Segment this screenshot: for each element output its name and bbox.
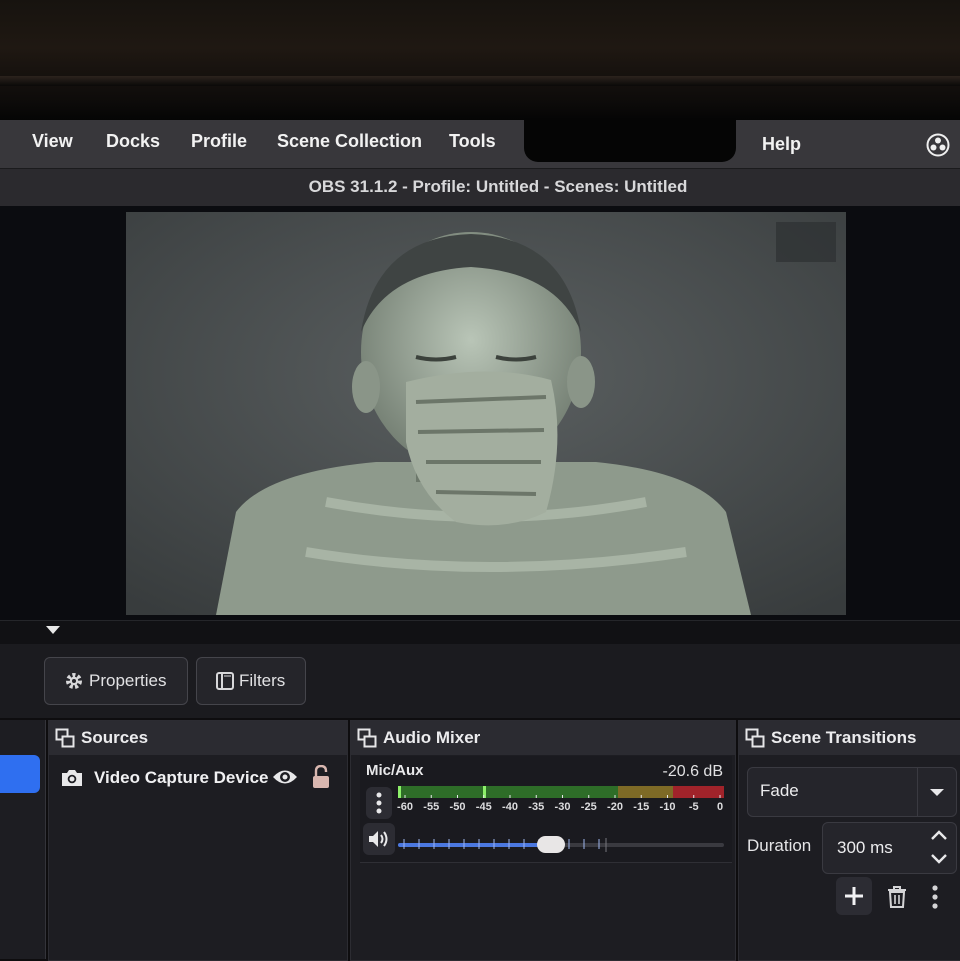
transition-value: Fade xyxy=(760,781,799,800)
channel-menu-button[interactable] xyxy=(366,787,392,819)
menu-profile[interactable]: Profile xyxy=(191,131,247,152)
video-preview[interactable] xyxy=(126,212,846,615)
add-transition-button[interactable] xyxy=(836,877,872,915)
preview-divider xyxy=(0,620,960,645)
meter-tick-label: -60 xyxy=(397,801,413,813)
source-item[interactable]: Video Capture Device xyxy=(60,762,268,794)
meter-red-zone xyxy=(673,786,724,798)
scene-transitions-header: Scene Transitions xyxy=(739,721,960,755)
filters-label: Filters xyxy=(239,671,286,690)
audio-mixer-header: Audio Mixer xyxy=(351,721,735,755)
sources-dock: Sources xyxy=(48,720,348,961)
menu-help[interactable]: Help xyxy=(762,134,801,155)
duration-value: 300 ms xyxy=(837,838,893,857)
monitor-bezel xyxy=(0,0,960,120)
camera-icon xyxy=(62,770,82,786)
meter-tick-label: -55 xyxy=(423,801,440,813)
meter-tick-label: -45 xyxy=(475,801,492,813)
camera-feed-image xyxy=(126,212,846,615)
window-title: OBS 31.1.2 - Profile: Untitled - Scenes:… xyxy=(308,177,688,196)
speaker-icon xyxy=(369,831,388,847)
transition-select[interactable]: Fade xyxy=(747,767,957,817)
filters-button[interactable]: Filters xyxy=(196,657,306,705)
sources-title: Sources xyxy=(81,728,149,747)
kebab-icon xyxy=(376,792,382,814)
mute-button[interactable] xyxy=(363,823,395,855)
kebab-icon xyxy=(932,885,938,909)
meter-tick-label: -35 xyxy=(528,801,545,813)
meter-tick-label: 0 xyxy=(716,801,724,813)
dock-undock-icon[interactable] xyxy=(745,728,765,748)
menu-tools[interactable]: Tools xyxy=(449,131,496,152)
dock-undock-icon[interactable] xyxy=(357,728,377,748)
eye-icon[interactable] xyxy=(272,767,298,787)
selected-scene-item[interactable] xyxy=(0,755,40,793)
channel-name: Mic/Aux xyxy=(366,762,424,779)
meter-peak-left xyxy=(398,786,401,798)
meter-tick-label: -10 xyxy=(659,801,676,813)
bezel-edge xyxy=(0,76,960,86)
sources-dock-header: Sources xyxy=(49,721,347,755)
plus-icon xyxy=(845,887,863,905)
chevron-up-icon[interactable] xyxy=(930,829,948,841)
menu-scene-collection[interactable]: Scene Collection xyxy=(277,131,422,152)
audio-mixer-title: Audio Mixer xyxy=(383,728,481,747)
unlocked-lock-icon[interactable] xyxy=(311,765,331,789)
collapse-arrow-icon[interactable] xyxy=(46,626,60,634)
gear-icon xyxy=(66,673,82,689)
chevron-down-icon xyxy=(930,789,944,796)
obs-logo-icon[interactable] xyxy=(926,133,950,157)
transition-menu-button[interactable] xyxy=(932,885,942,911)
meter-tick-label: -20 xyxy=(607,801,623,813)
volume-slider-handle[interactable] xyxy=(537,836,566,853)
channel-level: -20.6 dB xyxy=(662,763,723,780)
menu-view[interactable]: View xyxy=(32,131,73,152)
meter-yellow-zone xyxy=(618,786,673,798)
meter-tick-label: -5 xyxy=(688,801,699,813)
menu-docks[interactable]: Docks xyxy=(106,131,160,152)
trash-icon xyxy=(888,886,906,908)
meter-tick-label: -15 xyxy=(633,801,650,813)
volume-meter xyxy=(398,786,724,798)
combo-divider xyxy=(917,768,918,816)
duration-spinbox[interactable]: 300 ms xyxy=(822,822,957,874)
remove-transition-button[interactable] xyxy=(884,883,910,911)
source-label: Video Capture Device xyxy=(94,768,269,787)
properties-button[interactable]: Properties xyxy=(44,657,188,705)
properties-label: Properties xyxy=(89,671,167,690)
duration-label: Duration xyxy=(747,836,812,855)
scene-transitions-title: Scene Transitions xyxy=(771,728,917,747)
filters-icon xyxy=(216,672,234,690)
meter-tick-label: -25 xyxy=(580,801,597,813)
meter-tick-label: -30 xyxy=(554,801,571,813)
dock-undock-icon[interactable] xyxy=(55,728,75,748)
meter-tick-label: -40 xyxy=(502,801,518,813)
meter-tick-label: -50 xyxy=(449,801,466,813)
chevron-down-icon[interactable] xyxy=(930,853,948,865)
camera-notch xyxy=(524,118,736,162)
